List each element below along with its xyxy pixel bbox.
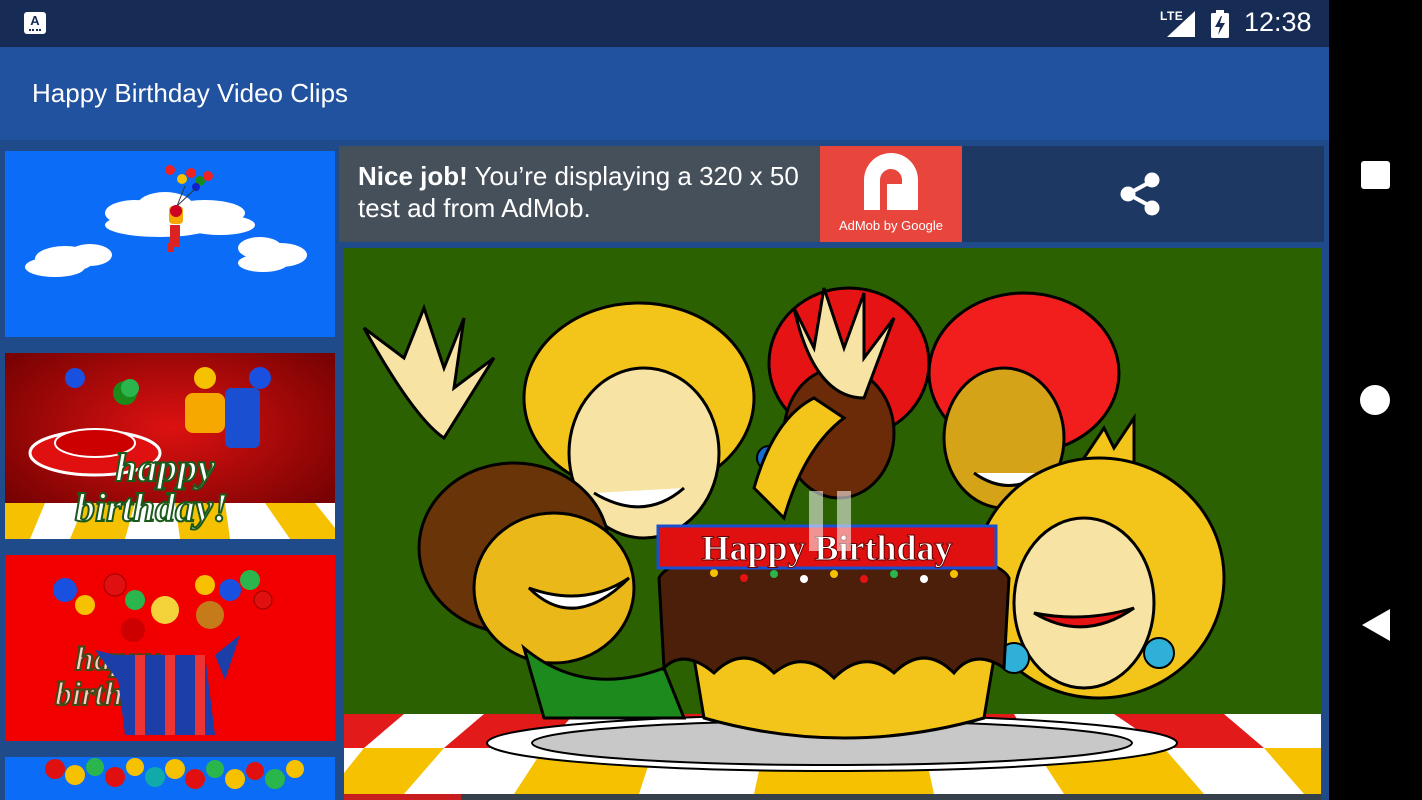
video-thumbnail-4[interactable] <box>5 757 335 800</box>
video-progress-bar[interactable] <box>344 794 1321 800</box>
svg-text:happy: happy <box>115 445 215 490</box>
share-area <box>962 146 1324 242</box>
video-thumbnail-3[interactable]: happy birthday <box>5 555 335 741</box>
video-progress-fill <box>344 794 462 800</box>
notification-app-icon: A <box>24 12 46 34</box>
recents-icon[interactable] <box>1329 140 1422 210</box>
admob-logo: AdMob by Google <box>820 146 962 242</box>
ad-banner[interactable]: Nice job! You’re displaying a 320 x 50 t… <box>339 146 962 242</box>
thumbnail-1-image <box>5 151 335 337</box>
app-title: Happy Birthday Video Clips <box>32 78 349 108</box>
share-icon[interactable] <box>1116 170 1164 218</box>
ad-text: Nice job! You’re displaying a 320 x 50 t… <box>358 160 828 224</box>
video-thumbnail-1[interactable] <box>5 151 335 337</box>
status-bar: A LTE 12:38 <box>0 0 1329 47</box>
pause-icon[interactable] <box>805 491 857 551</box>
ad-text-bold: Nice job! <box>358 161 468 191</box>
home-icon[interactable] <box>1329 365 1422 435</box>
thumbnail-2-image: happy birthday! <box>5 353 335 539</box>
video-player[interactable]: Happy Birthday <box>344 248 1321 794</box>
thumbnail-3-image: happy birthday <box>5 555 335 741</box>
back-icon[interactable] <box>1329 590 1422 660</box>
admob-brand-label: AdMob by Google <box>838 218 944 233</box>
notification-app-letter: A <box>30 13 40 28</box>
video-thumbnail-2[interactable]: happy birthday! <box>5 353 335 539</box>
status-clock: 12:38 <box>1244 7 1312 37</box>
signal-icon <box>1167 11 1195 37</box>
admob-icon <box>864 153 918 210</box>
system-nav-bar <box>1329 0 1422 800</box>
app-bar: Happy Birthday Video Clips <box>0 47 1329 140</box>
svg-text:birthday!: birthday! <box>75 485 228 530</box>
thumbnail-4-image <box>5 757 335 800</box>
battery-charging-icon <box>1211 10 1229 38</box>
